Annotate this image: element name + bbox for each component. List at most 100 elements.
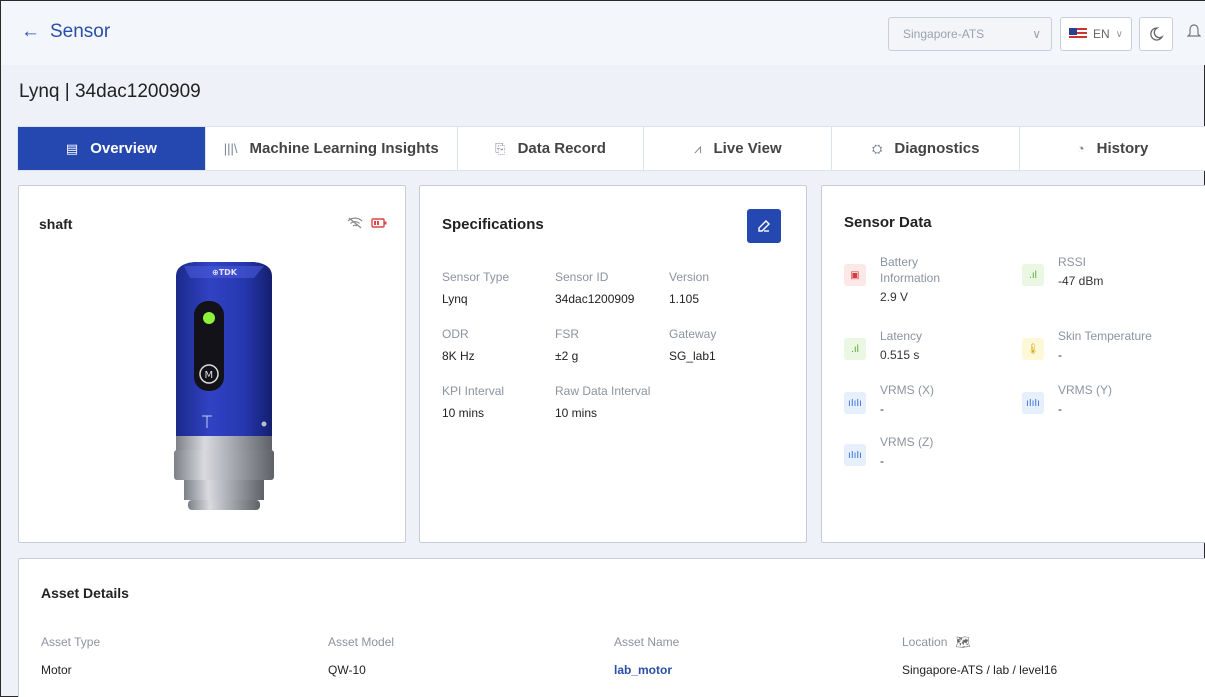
sensor-device-image: ⊕TDK M <box>174 262 274 510</box>
spec-value: 10 mins <box>555 406 598 420</box>
sensor-data-value: - <box>1058 402 1062 416</box>
signal-icon: .ıl <box>1022 264 1044 286</box>
diagnostics-icon: ⛭ <box>872 140 883 156</box>
spec-label: Raw Data Interval <box>555 384 651 398</box>
file-icon: ⎘ <box>495 140 506 156</box>
tab-overview[interactable]: ▤ Overview <box>18 127 206 170</box>
sensor-data-label: Battery Information <box>880 255 941 285</box>
back-button[interactable]: ← Sensor <box>21 21 110 43</box>
sensor-data-rssi: .ıl RSSI -47 dBm <box>1022 254 1103 288</box>
spec-label: Version <box>669 270 710 284</box>
spec-value: SG_lab1 <box>669 349 716 363</box>
tab-diagnostics[interactable]: ⛭ Diagnostics <box>832 127 1021 170</box>
tab-live-view[interactable]: ⩘ Live View <box>644 127 833 170</box>
spec-label: Gateway <box>669 327 717 341</box>
battery-icon <box>371 217 387 232</box>
tab-bar: ▤ Overview |||\ Machine Learning Insight… <box>17 126 1205 171</box>
sensor-data-skin-temperature: 🌡︎ Skin Temperature - <box>1022 328 1152 362</box>
sensor-data-value: - <box>1058 348 1062 362</box>
waveform-icon: ıIıIı <box>844 444 866 466</box>
sensor-data-battery: ▣ Battery Information 2.9 V <box>844 254 980 304</box>
language-select[interactable]: EN ∨ <box>1060 17 1132 51</box>
sensor-image-card: shaft ⊕TDK M <box>18 185 406 543</box>
svg-text:⊕TDK: ⊕TDK <box>212 268 238 277</box>
sensor-data-label: VRMS (X) <box>880 383 934 397</box>
back-arrow-icon: ← <box>21 21 40 42</box>
asset-value: Motor <box>41 663 72 677</box>
tab-label: Live View <box>713 140 782 157</box>
top-bar: ← Sensor Singapore-ATS ∨ EN ∨ <box>1 1 1205 65</box>
asset-label: Asset Model <box>328 635 395 649</box>
waveform-icon: ıIıIı <box>1022 392 1044 414</box>
asset-name-link[interactable]: lab_motor <box>614 663 679 677</box>
svg-text:M: M <box>205 370 214 381</box>
history-icon: ◔ <box>1076 141 1085 156</box>
theme-toggle-button[interactable] <box>1139 17 1173 51</box>
signal-icon: .ıl <box>844 338 866 360</box>
sensor-data-title: Sensor Data <box>844 214 932 231</box>
sensor-data-label: Latency <box>880 329 923 343</box>
location-label: Location <box>902 635 948 649</box>
spec-version: Version 1.105 <box>669 270 809 306</box>
sensor-data-value: - <box>880 454 884 468</box>
tab-history[interactable]: ◔ History <box>1020 127 1205 170</box>
region-select[interactable]: Singapore-ATS ∨ <box>888 17 1052 51</box>
battery-icon: ▣ <box>844 264 866 286</box>
map-icon[interactable]: 🗺︎ <box>955 635 970 649</box>
sensor-data-label: RSSI <box>1058 255 1087 269</box>
asset-value: Singapore-ATS / lab / level16 <box>902 663 1058 677</box>
tab-label: Data Record <box>517 140 606 157</box>
bell-icon[interactable] <box>1186 23 1202 46</box>
chart-icon: ⩘ <box>694 140 702 156</box>
asset-label: Asset Type <box>41 635 101 649</box>
tab-machine-learning-insights[interactable]: |||\ Machine Learning Insights <box>206 127 458 170</box>
sensor-data-card: Sensor Data ▣ Battery Information 2.9 V … <box>821 185 1205 543</box>
thermometer-icon: 🌡︎ <box>1022 338 1044 360</box>
tab-label: Machine Learning Insights <box>249 140 439 157</box>
sensor-data-vrms-x: ıIıIı VRMS (X) - <box>844 382 934 416</box>
sensor-data-label: VRMS (Z) <box>880 435 934 449</box>
asset-name: Asset Name lab_motor <box>614 635 679 677</box>
sensor-data-label: VRMS (Y) <box>1058 383 1112 397</box>
asset-details-title: Asset Details <box>41 585 129 601</box>
asset-part-title: shaft <box>39 216 73 232</box>
asset-details-card: Asset Details Asset Type Motor Asset Mod… <box>18 558 1205 697</box>
edit-icon <box>758 220 770 232</box>
region-value: Singapore-ATS <box>903 27 985 41</box>
spec-gateway: Gateway SG_lab1 <box>669 327 809 363</box>
specifications-card: Specifications Sensor Type Lynq Sensor I… <box>419 185 807 543</box>
asset-model: Asset Model QW-10 <box>328 635 394 677</box>
sensor-data-vrms-y: ıIıIı VRMS (Y) - <box>1022 382 1112 416</box>
books-icon: |||\ <box>223 141 238 156</box>
sensor-data-value: 2.9 V <box>880 290 909 304</box>
sensor-data-vrms-z: ıIıIı VRMS (Z) - <box>844 434 933 468</box>
wifi-off-icon <box>347 217 363 232</box>
sensor-data-value: -47 dBm <box>1058 274 1104 288</box>
tab-label: Diagnostics <box>894 140 980 157</box>
asset-label: Location 🗺︎ <box>902 635 1057 649</box>
back-label: Sensor <box>50 21 111 42</box>
tab-label: Overview <box>90 140 157 157</box>
document-icon: ▤ <box>65 140 79 156</box>
tab-label: History <box>1096 140 1149 157</box>
specifications-title: Specifications <box>442 216 544 233</box>
sensor-data-value: - <box>880 402 884 416</box>
moon-icon <box>1150 27 1164 41</box>
status-icons <box>347 217 387 232</box>
edit-button[interactable] <box>747 209 781 243</box>
chevron-down-icon: ∨ <box>1115 28 1123 40</box>
language-value: EN <box>1093 27 1110 41</box>
asset-label: Asset Name <box>614 635 680 649</box>
asset-location: Location 🗺︎ Singapore-ATS / lab / level1… <box>902 635 1057 677</box>
chevron-down-icon: ∨ <box>1032 27 1041 41</box>
sensor-data-latency: .ıl Latency 0.515 s <box>844 328 922 362</box>
asset-value: QW-10 <box>328 663 366 677</box>
sensor-data-value: 0.515 s <box>880 348 920 362</box>
asset-type: Asset Type Motor <box>41 635 100 677</box>
waveform-icon: ıIıIı <box>844 392 866 414</box>
sensor-data-label: Skin Temperature <box>1058 329 1152 343</box>
page-title: Lynq | 34dac1200909 <box>19 81 201 102</box>
us-flag-icon <box>1069 28 1087 40</box>
spec-raw-data-interval: Raw Data Interval 10 mins <box>555 384 695 420</box>
tab-data-record[interactable]: ⎘ Data Record <box>458 127 645 170</box>
